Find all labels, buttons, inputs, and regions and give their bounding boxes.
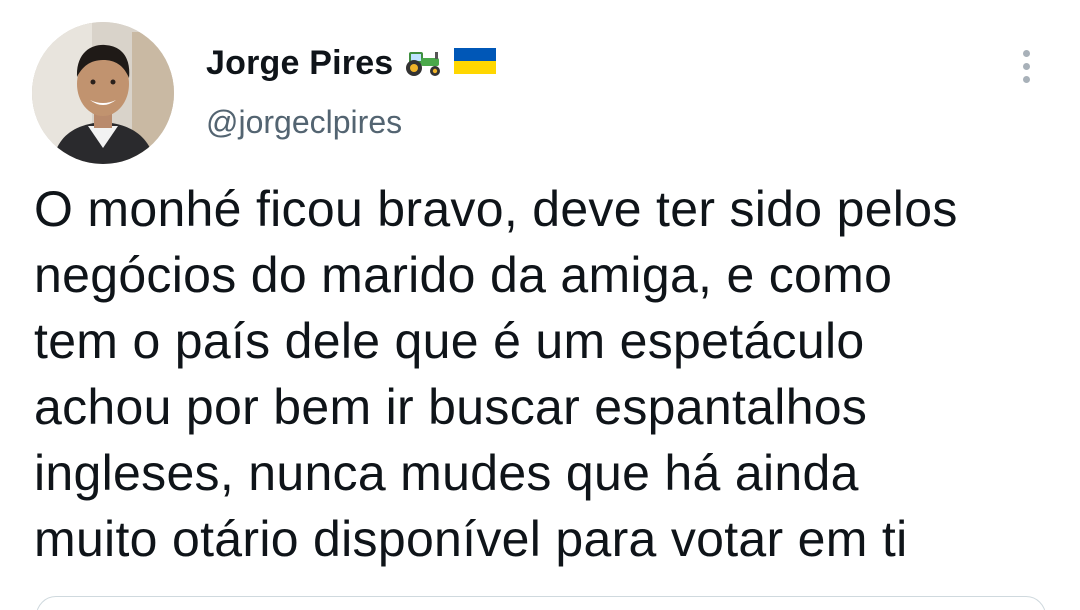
- quoted-card-edge[interactable]: [36, 596, 1046, 610]
- profile-photo: [32, 22, 174, 164]
- more-vertical-icon-dot: [1022, 62, 1030, 70]
- avatar[interactable]: [32, 22, 174, 164]
- tweet-container: Jorge Pires @jorgeclpires O monhé ficou …: [0, 0, 1080, 610]
- author-name-row: Jorge Pires: [206, 44, 497, 83]
- tweet-text: O monhé ficou bravo, deve ter sido pelos…: [34, 181, 958, 567]
- author-handle[interactable]: @jorgeclpires: [206, 104, 402, 141]
- more-options-button[interactable]: [1012, 44, 1040, 88]
- more-vertical-icon-dot: [1022, 75, 1030, 83]
- author-display-name[interactable]: Jorge Pires: [206, 44, 393, 83]
- more-vertical-icon-dot: [1022, 49, 1030, 57]
- tractor-icon: [401, 44, 445, 83]
- ukraine-flag-icon: [453, 46, 497, 81]
